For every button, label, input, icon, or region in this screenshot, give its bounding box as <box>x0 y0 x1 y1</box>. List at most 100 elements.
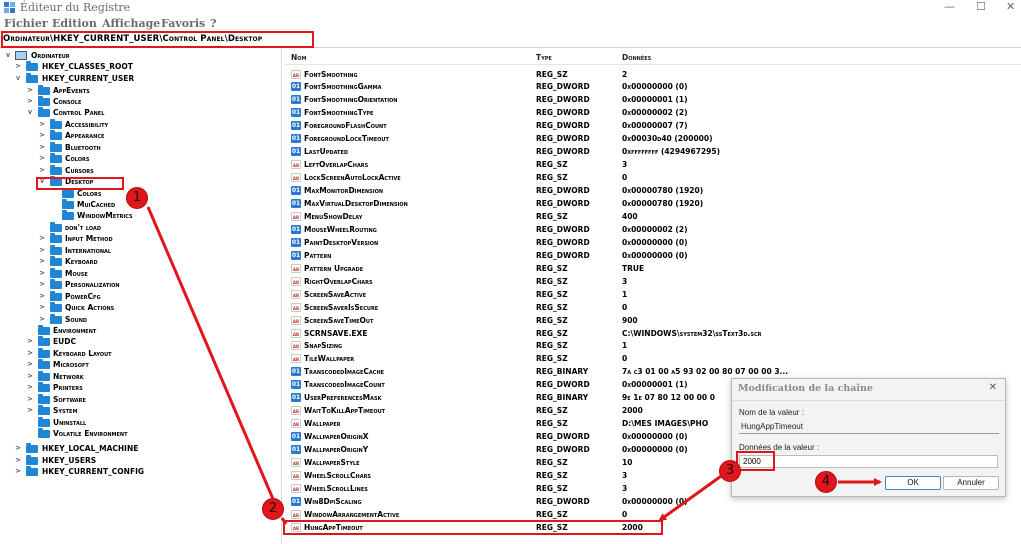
chevron-down-icon[interactable]: v <box>4 50 12 61</box>
table-row[interactable]: 01 MouseWheelRouting REG_DWORD 0x00000002 (… <box>284 223 1021 236</box>
chevron-right-icon[interactable]: > <box>14 466 22 477</box>
cell-type: REG_SZ <box>536 160 568 170</box>
menu-affichage[interactable]: Affichage <box>102 17 160 30</box>
table-row[interactable]: 01 MaxVirtualDesktopDimension REG_DWORD 0x0… <box>284 197 1021 210</box>
chevron-right-icon[interactable]: > <box>26 371 34 382</box>
chevron-right-icon[interactable]: > <box>38 119 46 130</box>
chevron-down-icon[interactable]: v <box>26 107 34 118</box>
table-row[interactable]: 01 ForegroundLockTimeout REG_DWORD 0x00030d… <box>284 132 1021 145</box>
chevron-right-icon[interactable]: > <box>38 130 46 141</box>
menu-fichier[interactable]: Fichier <box>4 17 48 30</box>
cancel-button[interactable]: Annuler <box>943 476 999 490</box>
menu-edition[interactable]: Edition <box>52 17 97 30</box>
table-row[interactable]: ab ScreenSaveTimeOut REG_SZ 900 <box>284 314 1021 327</box>
binary-value-icon: 01 <box>291 186 301 196</box>
table-row[interactable]: 01 Pattern REG_DWORD 0x00000000 (0) <box>284 249 1021 262</box>
cell-type: REG_DWORD <box>536 134 590 144</box>
table-row[interactable]: 01 FontSmoothingOrientation REG_DWORD 0x000… <box>284 93 1021 106</box>
folder-icon <box>26 443 38 453</box>
chevron-right-icon[interactable]: > <box>38 314 46 325</box>
cell-type: REG_DWORD <box>536 108 590 118</box>
registry-tree[interactable]: v Ordinateur > HKEY_CLASSES_ROOT v HKEY_… <box>0 49 282 544</box>
cell-data: 0 <box>622 354 628 364</box>
chevron-right-icon[interactable]: > <box>38 256 46 267</box>
menu-favoris[interactable]: Favoris <box>161 17 205 30</box>
cell-data: 9e 1e 07 80 12 00 00 0 <box>622 393 715 403</box>
menu-help[interactable]: ? <box>210 17 216 30</box>
table-row[interactable]: 01 LastUpdated REG_DWORD 0xffffffff (429496… <box>284 145 1021 158</box>
table-row[interactable]: ab RightOverlapChars REG_SZ 3 <box>284 275 1021 288</box>
chevron-down-icon[interactable]: v <box>14 73 22 84</box>
cell-name: MaxVirtualDesktopDimension <box>304 199 408 208</box>
minimize-button[interactable]: — <box>944 0 955 13</box>
chevron-right-icon[interactable]: > <box>26 405 34 416</box>
folder-icon <box>38 359 50 370</box>
table-row[interactable]: ab LeftOverlapChars REG_SZ 3 <box>284 158 1021 171</box>
table-row[interactable]: ab TileWallpaper REG_SZ 0 <box>284 352 1021 365</box>
ok-button[interactable]: OK <box>885 476 941 490</box>
table-row[interactable]: ab ScreenSaverIsSecure REG_SZ 0 <box>284 301 1021 314</box>
chevron-right-icon[interactable]: > <box>26 394 34 405</box>
column-data[interactable]: Données <box>622 53 651 62</box>
chevron-right-icon[interactable]: > <box>26 348 34 359</box>
table-row[interactable]: ab MenuShowDelay REG_SZ 400 <box>284 210 1021 223</box>
chevron-right-icon[interactable]: > <box>26 85 34 96</box>
chevron-right-icon[interactable]: > <box>38 153 46 164</box>
cell-name: Wallpaper <box>304 419 341 429</box>
string-value-icon: ab <box>291 458 301 467</box>
edit-string-dialog: Modification de la chaîne ✕ Nom de la va… <box>731 378 1006 497</box>
column-type[interactable]: Type <box>536 53 552 62</box>
chevron-right-icon[interactable]: > <box>26 336 34 347</box>
close-button[interactable]: ✕ <box>1006 0 1015 13</box>
cell-name: WheelScrollLines <box>304 483 368 493</box>
chevron-right-icon[interactable]: > <box>26 382 34 393</box>
cell-data: 10 <box>622 458 633 467</box>
table-row[interactable]: 01 FontSmoothingGamma REG_DWORD 0x00000000 … <box>284 80 1021 93</box>
chevron-right-icon[interactable]: > <box>38 245 46 256</box>
folder-icon <box>50 302 62 312</box>
address-highlight <box>1 31 314 48</box>
column-name[interactable]: Nom <box>291 53 307 62</box>
chevron-right-icon[interactable]: > <box>26 96 34 107</box>
table-row[interactable]: 01 TranscodedImageCache REG_BINARY 7a c3 01… <box>284 365 1021 378</box>
value-data-input[interactable]: 2000 <box>739 455 998 468</box>
table-row[interactable]: ab WindowArrangementActive REG_SZ 0 <box>284 508 1021 521</box>
chevron-right-icon[interactable]: > <box>38 291 46 302</box>
table-row[interactable]: ab SnapSizing REG_SZ 1 <box>284 339 1021 352</box>
table-row[interactable]: 01 ForegroundFlashCount REG_DWORD 0x0000000… <box>284 119 1021 132</box>
table-row[interactable]: ab SCRNSAVE.EXE REG_SZ C:\WINDOWS\system32\… <box>284 327 1021 340</box>
maximize-button[interactable]: ☐ <box>976 0 986 13</box>
chevron-right-icon[interactable]: > <box>14 61 22 72</box>
table-row[interactable]: ab FontSmoothing REG_SZ 2 <box>284 68 1021 81</box>
chevron-right-icon[interactable]: > <box>38 279 46 290</box>
table-row[interactable]: ab ScreenSaveActive REG_SZ 1 <box>284 288 1021 301</box>
table-row[interactable]: ab Pattern Upgrade REG_SZ TRUE <box>284 262 1021 275</box>
table-row[interactable]: 01 FontSmoothingType REG_DWORD 0x00000002 (… <box>284 106 1021 119</box>
table-row[interactable]: 01 MaxMonitorDimension REG_DWORD 0x00000780… <box>284 184 1021 197</box>
chevron-right-icon[interactable]: > <box>38 302 46 313</box>
folder-icon <box>50 118 62 129</box>
chevron-right-icon[interactable]: > <box>38 165 46 176</box>
cell-name: TileWallpaper <box>304 354 355 364</box>
dialog-close-icon[interactable]: ✕ <box>989 382 997 393</box>
chevron-right-icon[interactable]: > <box>26 359 34 370</box>
folder-icon <box>38 96 50 106</box>
folder-icon <box>38 336 50 347</box>
cell-name: WindowArrangementActive <box>304 509 400 519</box>
step-badge-1: 1 <box>126 187 148 209</box>
string-value-icon: ab <box>291 302 301 312</box>
cell-data: 0 <box>622 509 628 519</box>
folder-icon <box>38 382 50 393</box>
cell-name: SnapSizing <box>304 341 343 351</box>
chevron-right-icon[interactable]: > <box>14 455 22 466</box>
chevron-right-icon[interactable]: > <box>38 268 46 279</box>
cell-name: UserPreferencesMask <box>304 393 382 403</box>
chevron-right-icon[interactable]: > <box>38 233 46 244</box>
table-row[interactable]: ab LockScreenAutoLockActive REG_SZ 0 <box>284 171 1021 184</box>
chevron-right-icon[interactable]: > <box>38 142 46 153</box>
value-data-highlight <box>736 451 775 471</box>
chevron-right-icon[interactable]: > <box>14 443 22 454</box>
table-row[interactable]: 01 PaintDesktopVersion REG_DWORD 0x00000000… <box>284 236 1021 249</box>
string-value-icon: ab <box>291 483 301 493</box>
cell-data: 0x00000000 (0) <box>622 432 688 442</box>
